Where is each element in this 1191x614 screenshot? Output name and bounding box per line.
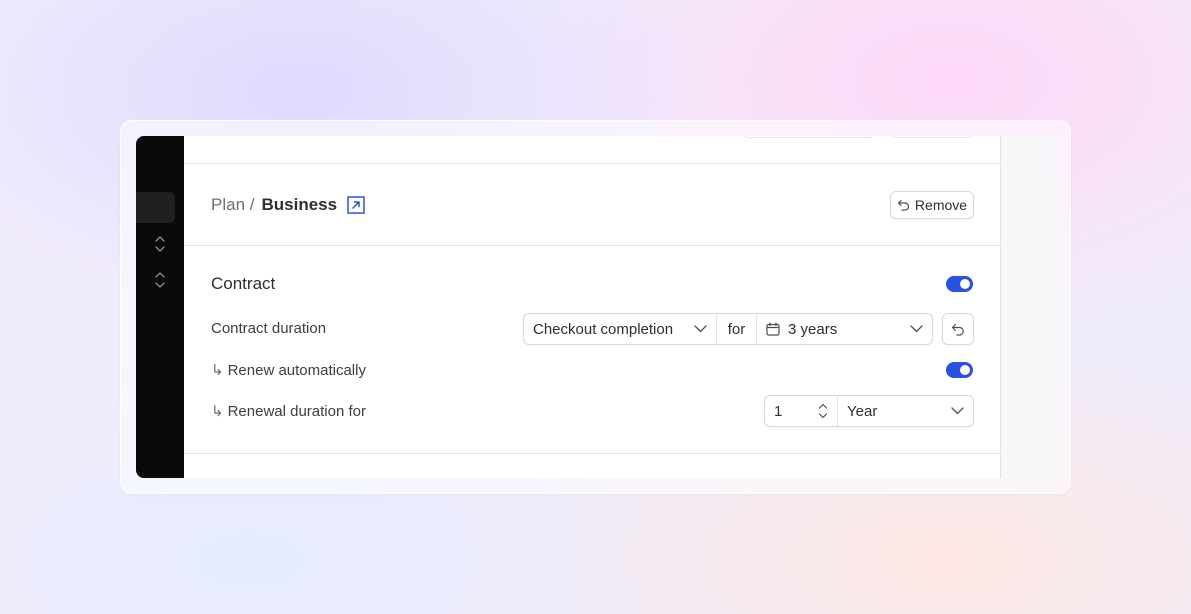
renewal-unit-value: Year <box>847 402 878 420</box>
chevron-down-icon <box>910 325 923 333</box>
renew-automatically-text: Renew automatically <box>227 361 366 379</box>
stepper-icon[interactable] <box>818 402 828 420</box>
plan-panel: Plan / Business Remove Contract Contract… <box>184 136 1001 478</box>
renew-automatically-label: ↳ Renew automatically <box>211 361 366 380</box>
renewal-duration-label: ↳ Renewal duration for <box>211 402 366 421</box>
contract-duration-label: Contract duration <box>211 320 326 337</box>
undo-icon <box>897 199 910 211</box>
contract-duration-group: Checkout completion for 3 years <box>523 313 933 345</box>
undo-icon <box>951 323 964 336</box>
divider <box>184 453 1001 454</box>
breadcrumb-parent[interactable]: Plan / <box>211 195 254 215</box>
app-window: Plan / Business Remove Contract Contract… <box>136 136 1055 478</box>
chevron-down-icon <box>951 407 964 415</box>
start-trigger-value: Checkout completion <box>533 320 674 338</box>
for-label: for <box>717 314 757 344</box>
renewal-duration-text: Renewal duration for <box>227 402 366 420</box>
section-title: Contract <box>211 274 276 293</box>
chevron-up-down-icon[interactable] <box>153 234 167 254</box>
sidebar-active-item[interactable] <box>136 192 175 223</box>
chevron-down-icon <box>694 325 707 333</box>
renewal-count-stepper[interactable]: 1 <box>765 396 838 426</box>
start-trigger-select[interactable]: Checkout completion <box>524 314 717 344</box>
breadcrumb: Plan / Business <box>211 195 365 215</box>
return-arrow-icon: ↳ <box>211 362 224 379</box>
divider <box>184 163 1001 164</box>
sidebar <box>136 136 184 478</box>
renewal-duration-group: 1 Year <box>764 395 974 427</box>
reset-duration-button[interactable] <box>942 313 974 345</box>
breadcrumb-current: Business <box>261 195 338 214</box>
renewal-unit-select[interactable]: Year <box>838 396 973 426</box>
for-text: for <box>727 320 746 338</box>
remove-button-label: Remove <box>914 197 968 213</box>
chevron-up-down-icon[interactable] <box>153 270 167 290</box>
return-arrow-icon: ↳ <box>211 403 224 420</box>
renewal-count-value: 1 <box>774 402 783 420</box>
remove-button[interactable]: Remove <box>890 191 974 219</box>
toolbar-button[interactable] <box>890 136 973 138</box>
contract-toggle[interactable] <box>946 276 973 292</box>
right-panel <box>1001 136 1055 478</box>
calendar-icon <box>766 322 780 336</box>
duration-select[interactable]: 3 years <box>757 314 932 344</box>
toolbar-button[interactable] <box>743 136 875 138</box>
contract-duration-text: Contract duration <box>211 320 327 337</box>
duration-value: 3 years <box>788 320 838 338</box>
external-link-icon[interactable] <box>347 196 365 214</box>
divider <box>184 245 1001 246</box>
renew-automatically-toggle[interactable] <box>946 362 973 378</box>
